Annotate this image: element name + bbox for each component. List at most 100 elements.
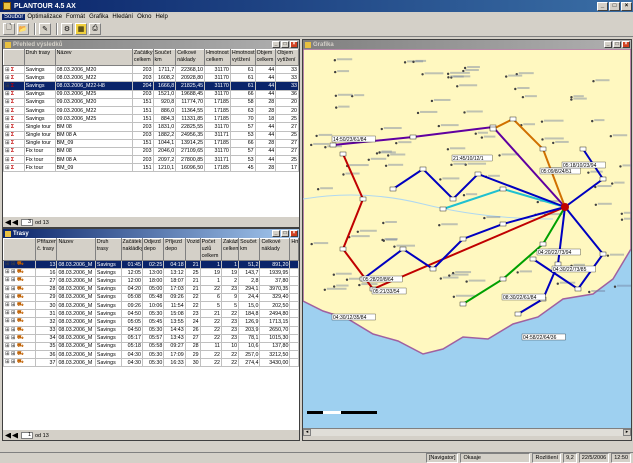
row-tree-cell[interactable]: ⊞ Σ [3, 81, 25, 91]
row-tree-cell[interactable]: ⊞ ⊞ ⛟ [3, 317, 37, 327]
table-row[interactable]: ⊞ ⊞ ⛟ 33 08.03.2006_M Savings 04:50 05:30 14:4… [3, 325, 299, 335]
grafika-maximize-button[interactable]: □ [613, 41, 621, 48]
row-tree-cell[interactable]: ⊞ ⊞ ⛟ [3, 333, 37, 343]
column-header[interactable]: Zakázky celkem [220, 238, 240, 261]
stop-marker[interactable] [419, 166, 427, 172]
column-header[interactable]: Hm [289, 238, 299, 261]
stop-marker[interactable] [599, 176, 607, 182]
row-tree-cell[interactable]: ⊞ ⊞ ⛟ [3, 300, 37, 311]
menu-soubor[interactable]: Soubor [2, 13, 26, 20]
row-tree-cell[interactable]: ⊞ Σ [3, 89, 25, 99]
table-row[interactable]: ⊞ ⊞ ⛟ 16 08.03.2006_M Savings 12:05 13:00 13:1… [3, 268, 299, 278]
table-row[interactable]: ⊞ Σ Savings 09.03.2006_M22 151 886,0 11364,55… [3, 105, 299, 116]
column-header[interactable] [3, 49, 25, 66]
stop-marker[interactable] [329, 142, 337, 148]
column-header[interactable]: Druh trasy [23, 49, 56, 66]
stop-marker[interactable] [499, 221, 507, 227]
grafika-hscroll[interactable]: ◂ ▸ [303, 428, 631, 436]
menu-okno[interactable]: Okno [135, 14, 153, 20]
stop-marker[interactable] [529, 256, 537, 262]
table-row[interactable]: ⊞ Σ Savings 09.03.2006_M25 203 1521,0 19688,4… [3, 89, 299, 99]
expand-icon[interactable]: ⊞ ⊞ [5, 335, 15, 341]
table-row[interactable]: ⊞ ⊞ ⛟ 13 08.03.2006_M Savings 01:45 02:25 04:1… [3, 259, 299, 270]
trasy-minimize-button[interactable]: _ [272, 230, 280, 237]
row-tree-cell[interactable]: ⊞ ⊞ ⛟ [3, 292, 37, 302]
optimize-icon[interactable]: ⚙ [61, 22, 73, 35]
column-header[interactable]: Objem celkem [254, 49, 277, 66]
column-header[interactable]: Součet km [152, 49, 177, 66]
menu-format[interactable]: Formát [64, 14, 87, 20]
table-row[interactable]: ⊞ Σ Savings 08.03.2006_M22-H8 204 1666,8 2182… [3, 81, 299, 91]
stop-marker[interactable] [599, 251, 607, 257]
edit-icon[interactable]: ✎ [39, 22, 51, 35]
expand-icon[interactable]: ⊞ ⊞ [5, 262, 15, 268]
stop-marker[interactable] [489, 126, 497, 132]
trasy-maximize-button[interactable]: □ [281, 230, 289, 237]
column-header[interactable]: Vozidlo [184, 238, 201, 261]
table-row[interactable]: ⊞ ⊞ ⛟ 32 08.03.2006_M Savings 05:05 05:45 13:5… [3, 317, 299, 327]
table-row[interactable]: ⊞ Σ Single tour BM_09 151 1044,1 13914,25 1718… [3, 138, 299, 148]
row-tree-cell[interactable]: ⊞ Σ [3, 163, 25, 173]
prehled-maximize-button[interactable]: □ [281, 41, 289, 48]
menu-hledani[interactable]: Hledání [110, 14, 135, 20]
open-icon[interactable]: 📂 [17, 22, 29, 35]
stop-marker[interactable] [539, 241, 547, 247]
stop-marker[interactable] [579, 146, 587, 152]
stop-marker[interactable] [359, 196, 367, 202]
table-row[interactable]: ⊞ ⊞ ⛟ 27 08.03.2006_M Savings 12:00 18:00 18:0… [3, 276, 299, 286]
column-header[interactable]: Přiřazeno č. trasy [35, 238, 58, 261]
column-header[interactable]: Název [56, 238, 96, 261]
stop-marker[interactable] [574, 286, 582, 292]
expand-icon[interactable]: ⊞ ⊞ [5, 270, 15, 276]
stop-marker[interactable] [389, 186, 397, 192]
first-record-icon[interactable] [5, 432, 11, 439]
stop-marker[interactable] [499, 276, 507, 282]
table-row[interactable]: ⊞ ⊞ ⛟ 36 08.03.2006_M Savings 04:30 05:30 17:0… [3, 350, 299, 360]
prehled-page-input[interactable]: 3 [21, 219, 33, 226]
depot-marker[interactable] [561, 203, 569, 211]
prev-record-icon[interactable] [12, 219, 18, 226]
table-row[interactable]: ⊞ Σ Single tour BM 08 A 203 1882,2 24956,35 31… [3, 130, 299, 140]
table-row[interactable]: ⊞ Σ Savings 08.03.2006_M22 203 1608,2 20928,8… [3, 73, 299, 83]
scroll-left-icon[interactable]: ◂ [303, 429, 311, 436]
row-tree-cell[interactable]: ⊞ ⊞ ⛟ [3, 284, 37, 294]
column-header[interactable]: Druh trasy [94, 238, 122, 261]
row-tree-cell[interactable]: ⊞ Σ [3, 73, 25, 83]
row-tree-cell[interactable]: ⊞ Σ [3, 64, 25, 75]
prehled-close-button[interactable]: × [290, 41, 298, 48]
table-row[interactable]: ⊞ ⊞ ⛟ 34 08.03.2006_M Savings 05:17 05:57 13:4… [3, 333, 299, 343]
row-tree-cell[interactable]: ⊞ Σ [3, 155, 25, 165]
column-header[interactable]: Příjezd depo [163, 238, 186, 261]
row-tree-cell[interactable]: ⊞ ⊞ ⛟ [3, 350, 37, 360]
row-tree-cell[interactable]: ⊞ Σ [3, 122, 25, 132]
column-header[interactable]: Počet uzlů celkem [199, 238, 223, 261]
trasy-close-button[interactable]: × [290, 230, 298, 237]
expand-icon[interactable]: ⊞ ⊞ [5, 327, 15, 333]
row-tree-cell[interactable]: ⊞ Σ [3, 105, 25, 116]
row-tree-cell[interactable]: ⊞ ⊞ ⛟ [3, 358, 37, 368]
expand-icon[interactable]: ⊞ ⊞ [5, 343, 15, 349]
table-row[interactable]: ⊞ Σ Fix tour BM 08 A 203 2097,2 27800,85 31171… [3, 155, 299, 165]
row-tree-cell[interactable]: ⊞ Σ [3, 114, 25, 124]
stop-marker[interactable] [429, 266, 437, 272]
column-header[interactable] [3, 238, 37, 261]
maximize-button[interactable]: □ [609, 1, 620, 11]
menu-grafika[interactable]: Grafika [87, 14, 110, 20]
grafika-close-button[interactable]: × [622, 41, 630, 48]
stop-marker[interactable] [399, 246, 407, 252]
minimize-button[interactable]: _ [597, 1, 608, 11]
row-tree-cell[interactable]: ⊞ ⊞ ⛟ [3, 325, 37, 335]
stop-marker[interactable] [449, 196, 457, 202]
stop-marker[interactable] [439, 206, 447, 212]
stop-marker[interactable] [409, 134, 417, 140]
stop-marker[interactable] [499, 186, 507, 192]
row-tree-cell[interactable]: ⊞ ⊞ ⛟ [3, 259, 37, 270]
expand-icon[interactable]: ⊞ ⊞ [5, 319, 15, 325]
print-icon[interactable]: ⎙ [89, 22, 101, 35]
row-tree-cell[interactable]: ⊞ Σ [3, 130, 25, 140]
stop-marker[interactable] [514, 311, 522, 317]
stop-marker[interactable] [539, 146, 547, 152]
first-record-icon[interactable] [5, 219, 11, 226]
row-tree-cell[interactable]: ⊞ Σ [3, 97, 25, 107]
column-header[interactable]: Hmotnost vytížení [229, 49, 256, 66]
